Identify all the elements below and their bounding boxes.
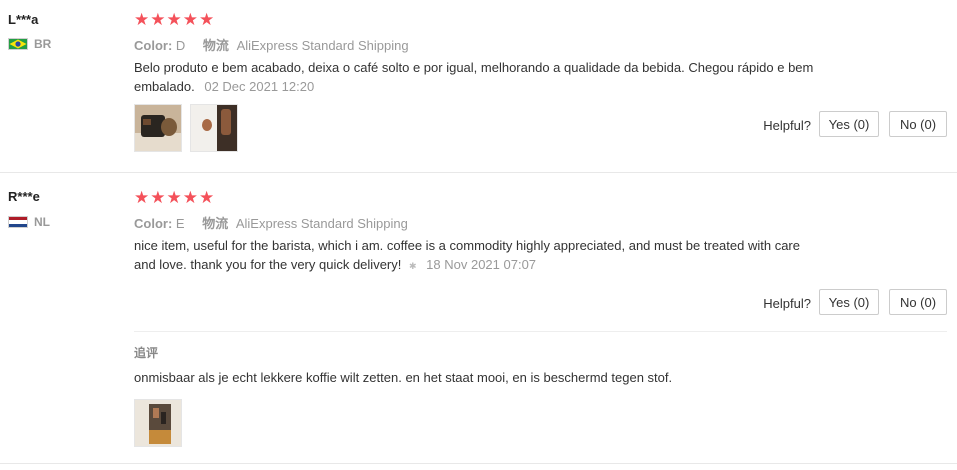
shipping-value: AliExpress Standard Shipping bbox=[235, 216, 408, 231]
star-icon: ★ bbox=[134, 10, 150, 29]
star-icon: ★ bbox=[150, 188, 166, 207]
country-code: BR bbox=[34, 37, 52, 51]
reviewer-name: R***e bbox=[8, 189, 40, 204]
review-photo[interactable] bbox=[190, 104, 238, 152]
review-text-line: Belo produto e bem acabado, deixa o café… bbox=[134, 60, 814, 75]
reviewer-country: NL bbox=[8, 215, 50, 229]
star-rating: ★ ★ ★ ★ ★ bbox=[134, 11, 214, 28]
review-date: 18 Nov 2021 07:07 bbox=[426, 257, 537, 272]
netherlands-flag-icon bbox=[8, 216, 28, 228]
shipping-value: AliExpress Standard Shipping bbox=[236, 38, 409, 53]
star-icon: ★ bbox=[199, 10, 215, 29]
review-text-line: embalado. bbox=[134, 79, 195, 94]
sparkle-icon: ✱ bbox=[409, 261, 417, 271]
shipping-label: 物流 bbox=[202, 38, 229, 53]
helpful-label: Helpful? bbox=[763, 296, 811, 311]
review-meta: Color: E 物流 AliExpress Standard Shipping bbox=[134, 213, 408, 232]
star-icon: ★ bbox=[150, 10, 166, 29]
followup-text: onmisbaar als je echt lekkere koffie wil… bbox=[134, 370, 673, 385]
star-icon: ★ bbox=[182, 188, 198, 207]
star-icon: ★ bbox=[166, 188, 182, 207]
helpful-label: Helpful? bbox=[763, 118, 811, 133]
review-text: nice item, useful for the barista, which… bbox=[134, 236, 874, 276]
star-icon: ★ bbox=[134, 188, 150, 207]
star-icon: ★ bbox=[199, 188, 215, 207]
color-label: Color: bbox=[134, 216, 173, 231]
divider bbox=[134, 331, 947, 332]
review-text-line: nice item, useful for the barista, which… bbox=[134, 238, 800, 253]
review-date: 02 Dec 2021 12:20 bbox=[204, 79, 315, 94]
review-photo[interactable] bbox=[134, 399, 182, 447]
brazil-flag-icon bbox=[8, 38, 28, 50]
country-code: NL bbox=[34, 215, 50, 229]
star-rating: ★ ★ ★ ★ ★ bbox=[134, 189, 214, 206]
review-text-line: and love. thank you for the very quick d… bbox=[134, 257, 402, 272]
reviewer-name: L***a bbox=[8, 12, 39, 27]
reviewer-country: BR bbox=[8, 37, 51, 51]
review-item: R***e NL ★ ★ ★ ★ ★ Color: E 物流 AliExpres… bbox=[0, 173, 957, 464]
review-meta: Color: D 物流 AliExpress Standard Shipping bbox=[134, 35, 409, 54]
helpful-yes-button[interactable]: Yes (0) bbox=[819, 111, 879, 137]
review-photo[interactable] bbox=[134, 104, 182, 152]
review-item: L***a BR ★ ★ ★ ★ ★ Color: D 物流 AliExpres… bbox=[0, 0, 957, 173]
helpful-yes-button[interactable]: Yes (0) bbox=[819, 289, 879, 315]
helpful-no-button[interactable]: No (0) bbox=[889, 111, 947, 137]
followup-label: 追评 bbox=[134, 346, 159, 360]
shipping-label: 物流 bbox=[202, 216, 229, 231]
color-value: D bbox=[175, 38, 186, 53]
review-text: Belo produto e bem acabado, deixa o café… bbox=[134, 58, 874, 96]
color-label: Color: bbox=[134, 38, 173, 53]
star-icon: ★ bbox=[166, 10, 182, 29]
star-icon: ★ bbox=[182, 10, 198, 29]
color-value: E bbox=[175, 216, 185, 231]
helpful-no-button[interactable]: No (0) bbox=[889, 289, 947, 315]
